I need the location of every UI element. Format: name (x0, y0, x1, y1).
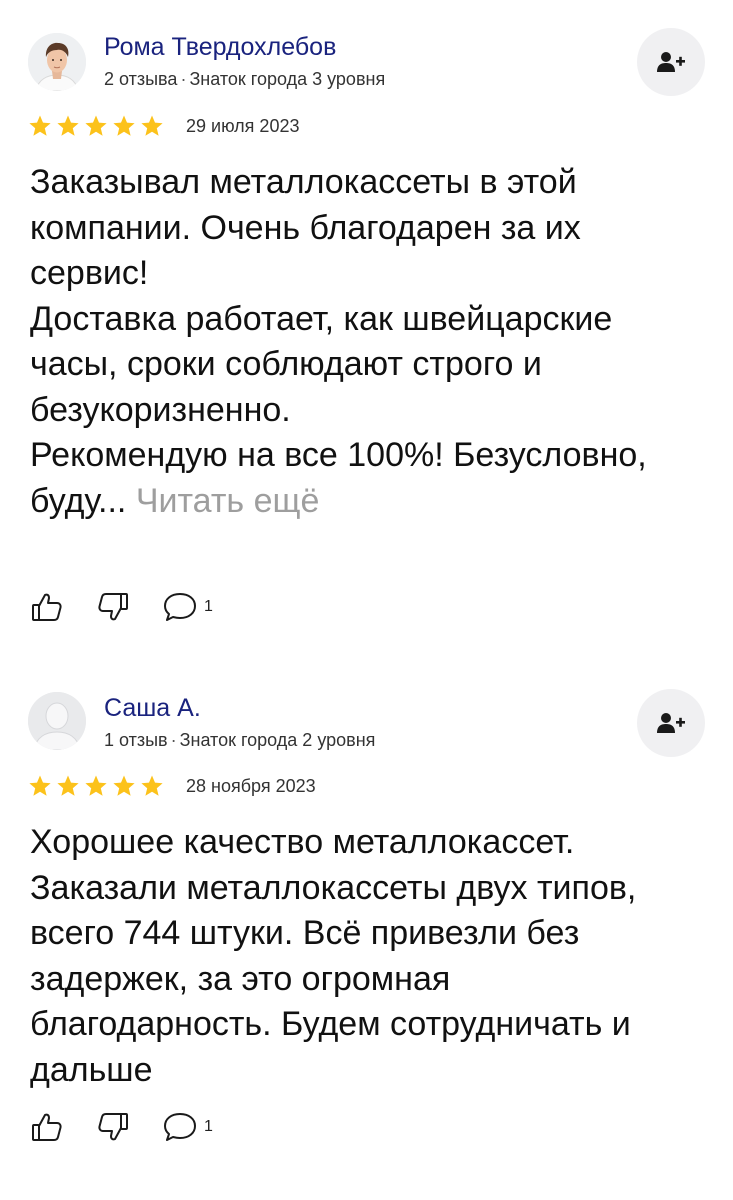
add-user-icon (657, 713, 685, 733)
star-icon (28, 114, 52, 138)
thumbs-down-icon (98, 593, 128, 621)
read-more-link[interactable]: Читать ещё (136, 482, 320, 520)
star-icon (56, 774, 80, 798)
default-avatar-icon (28, 692, 86, 750)
thumbs-up-icon (32, 1113, 62, 1141)
comment-bubble-icon (164, 593, 196, 621)
comment-bubble-icon (164, 1113, 196, 1141)
author-meta: 2 отзыва · Знаток города 3 уровня (104, 69, 385, 90)
thumbs-up-icon (32, 593, 62, 621)
star-icon (112, 774, 136, 798)
reviews-count: 2 отзыва (104, 69, 178, 89)
rating-stars (28, 114, 164, 138)
review-actions: 1 (30, 1110, 245, 1144)
add-user-icon (657, 52, 685, 72)
star-icon (84, 114, 108, 138)
star-icon (84, 774, 108, 798)
star-icon (28, 774, 52, 798)
subscribe-button[interactable] (637, 689, 705, 757)
rating-stars (28, 774, 164, 798)
expert-level: Знаток города 3 уровня (189, 69, 386, 89)
comments-button[interactable]: 1 (162, 591, 213, 623)
comments-count: 1 (204, 598, 213, 615)
comments-button[interactable]: 1 (162, 1111, 213, 1143)
review-date: 28 ноября 2023 (186, 776, 316, 796)
review-text-content: Заказывал металлокассеты в этой компании… (30, 163, 647, 520)
avatar[interactable] (28, 33, 86, 91)
meta-separator: · (180, 69, 187, 89)
review-actions: 1 (30, 590, 245, 624)
expert-level: Знаток города 2 уровня (179, 730, 376, 750)
review-text: Заказывал металлокассеты в этой компании… (30, 160, 690, 524)
star-icon (56, 114, 80, 138)
like-button[interactable] (30, 590, 64, 624)
review-card: Рома Твердохлебов 2 отзыва · Знаток города… (0, 0, 733, 650)
author-meta: 1 отзыв · Знаток города 2 уровня (104, 730, 375, 751)
subscribe-button[interactable] (637, 28, 705, 96)
dislike-button[interactable] (96, 590, 130, 624)
comments-count: 1 (204, 1118, 213, 1135)
thumbs-down-icon (98, 1113, 128, 1141)
star-icon (140, 114, 164, 138)
reviews-count: 1 отзыв (104, 730, 168, 750)
star-icon (112, 114, 136, 138)
like-button[interactable] (30, 1110, 64, 1144)
dislike-button[interactable] (96, 1110, 130, 1144)
user-photo-icon (28, 33, 86, 91)
author-name[interactable]: Рома Твердохлебов (104, 33, 336, 62)
review-card: Саша А. 1 отзыв · Знаток города 2 уровня 2… (0, 660, 733, 1200)
star-icon (140, 774, 164, 798)
review-text: Хорошее качество металлокассет. Заказали… (30, 823, 637, 1089)
review-date: 29 июля 2023 (186, 116, 300, 136)
author-name[interactable]: Саша А. (104, 694, 201, 723)
avatar[interactable] (28, 692, 86, 750)
meta-separator: · (170, 730, 177, 750)
